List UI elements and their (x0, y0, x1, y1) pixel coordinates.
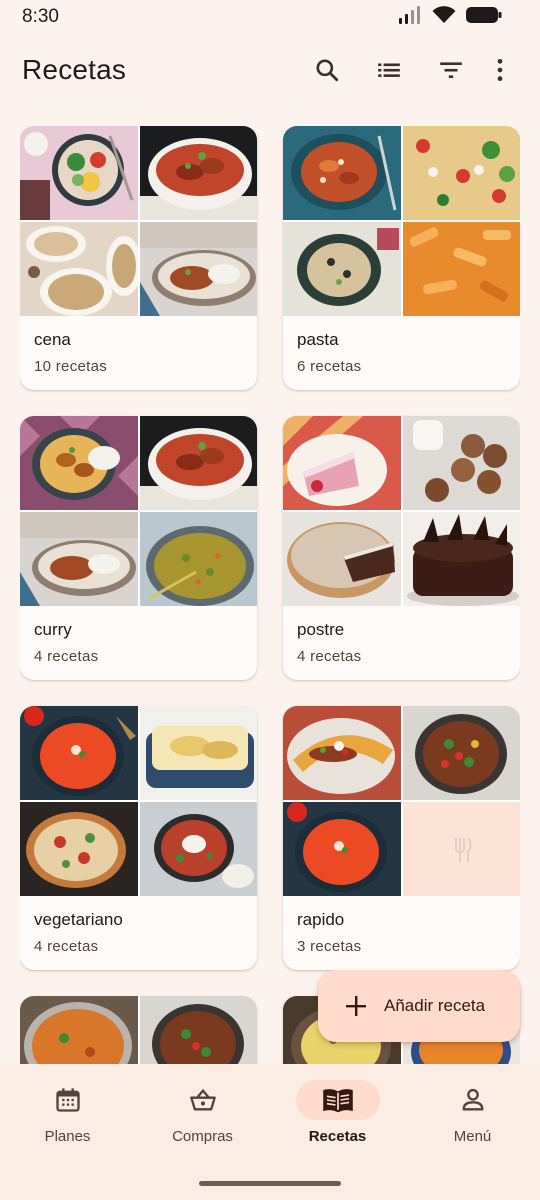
food-image-lentils (140, 512, 257, 606)
battery-icon (466, 6, 502, 29)
recipe-count: 4 recetas (34, 648, 99, 665)
image-mosaic (283, 706, 520, 896)
search-icon (316, 59, 339, 82)
collection-card-cena[interactable]: cena 10 recetas (20, 126, 257, 390)
card-meta: rapido 3 recetas (283, 896, 520, 955)
filter-icon (440, 62, 462, 79)
card-meta: postre 4 recetas (283, 606, 520, 665)
more-vert-icon (497, 58, 503, 82)
collection-card-vegetariano[interactable]: vegetariano 4 recetas (20, 706, 257, 970)
collections-grid: cena 10 recetas pasta 6 recetas curry 4 … (20, 126, 520, 1064)
nav-item-planes[interactable]: Planes (0, 1064, 135, 1164)
food-image-casserole (140, 706, 257, 800)
status-time: 8:30 (22, 6, 59, 27)
nav-item-recetas[interactable]: Recetas (270, 1064, 405, 1164)
food-image-tacos (283, 706, 401, 800)
card-meta: cena 10 recetas (20, 316, 257, 375)
card-meta: pasta 6 recetas (283, 316, 520, 375)
food-image-curry-rice (140, 222, 257, 316)
more-options-button[interactable] (482, 46, 518, 94)
calendar-icon (55, 1088, 80, 1112)
collection-card-rapido[interactable]: rapido 3 recetas (283, 706, 520, 970)
recipe-count: 4 recetas (297, 648, 362, 665)
plus-icon (346, 996, 366, 1016)
add-recipe-button[interactable]: Añadir receta (318, 970, 520, 1042)
wifi-icon (432, 5, 456, 29)
collection-name: rapido (297, 910, 345, 929)
food-image-pasta-bowl (283, 126, 401, 220)
collection-name: curry (34, 620, 72, 639)
status-bar: 8:30 (0, 0, 540, 34)
food-image-soup (20, 706, 138, 800)
nav-indicator-active (295, 1080, 380, 1120)
food-image-curry (140, 126, 257, 220)
card-meta: vegetariano 4 recetas (20, 896, 257, 955)
app-bar-actions (296, 46, 518, 94)
collection-card-partial[interactable] (20, 996, 257, 1064)
recipe-count: 6 recetas (297, 358, 362, 375)
nav-indicator (26, 1080, 110, 1120)
food-image-pasta-salad (403, 126, 520, 220)
gesture-bar[interactable] (199, 1181, 341, 1186)
food-image-skillet (140, 802, 257, 896)
nav-item-menu[interactable]: Menú (405, 1064, 540, 1164)
collection-name: cena (34, 330, 71, 349)
list-view-icon (378, 63, 400, 77)
collection-name: postre (297, 620, 345, 639)
nav-indicator (161, 1080, 245, 1120)
nav-label: Compras (172, 1128, 233, 1145)
book-icon (322, 1089, 353, 1113)
food-image-stir-fry (140, 996, 257, 1064)
image-mosaic (283, 416, 520, 606)
food-image-curry-pot (20, 996, 138, 1064)
food-image-curry (140, 416, 257, 510)
image-mosaic (20, 706, 257, 896)
food-image-curry-bowl (20, 416, 138, 510)
collection-name: pasta (297, 330, 339, 349)
nav-item-compras[interactable]: Compras (135, 1064, 270, 1164)
collection-name: vegetariano (34, 910, 123, 929)
collection-card-pasta[interactable]: pasta 6 recetas (283, 126, 520, 390)
app-bar: Recetas (0, 40, 540, 100)
nav-indicator (431, 1080, 515, 1120)
food-image-pasta-plate (283, 222, 401, 316)
status-icons (398, 5, 502, 29)
signal-icon (398, 5, 422, 29)
food-image-pasta (20, 222, 138, 316)
nav-label: Recetas (308, 1128, 367, 1145)
placeholder-image (403, 802, 520, 896)
image-mosaic (283, 126, 520, 316)
food-image-tart (283, 512, 401, 606)
recipe-count: 10 recetas (34, 358, 108, 375)
food-image-cake-slice (283, 416, 401, 510)
food-image-bowl (20, 126, 138, 220)
food-image-stir-fry (403, 706, 520, 800)
recipe-count: 4 recetas (34, 938, 99, 955)
page-title: Recetas (22, 54, 127, 85)
food-image-penne (403, 222, 520, 316)
food-image-soup (283, 802, 401, 896)
collection-card-postre[interactable]: postre 4 recetas (283, 416, 520, 680)
recipe-count: 3 recetas (297, 938, 362, 955)
card-meta: curry 4 recetas (20, 606, 257, 665)
bottom-navigation: Planes Compras Recetas Menú (0, 1064, 540, 1200)
food-image-curry-rice (20, 512, 138, 606)
nav-label: Menú (453, 1128, 492, 1145)
collection-card-curry[interactable]: curry 4 recetas (20, 416, 257, 680)
image-mosaic (20, 126, 257, 316)
food-image-chocolate-cake (403, 512, 520, 606)
image-mosaic (20, 416, 257, 606)
person-icon (462, 1088, 483, 1111)
nav-label: Planes (44, 1128, 91, 1145)
search-button[interactable] (296, 46, 358, 94)
food-image-cookies (403, 416, 520, 510)
list-view-button[interactable] (358, 46, 420, 94)
image-mosaic (20, 996, 257, 1064)
add-recipe-label: Añadir receta (384, 996, 486, 1015)
filter-button[interactable] (420, 46, 482, 94)
food-image-pizza (20, 802, 138, 896)
basket-icon (189, 1088, 216, 1111)
